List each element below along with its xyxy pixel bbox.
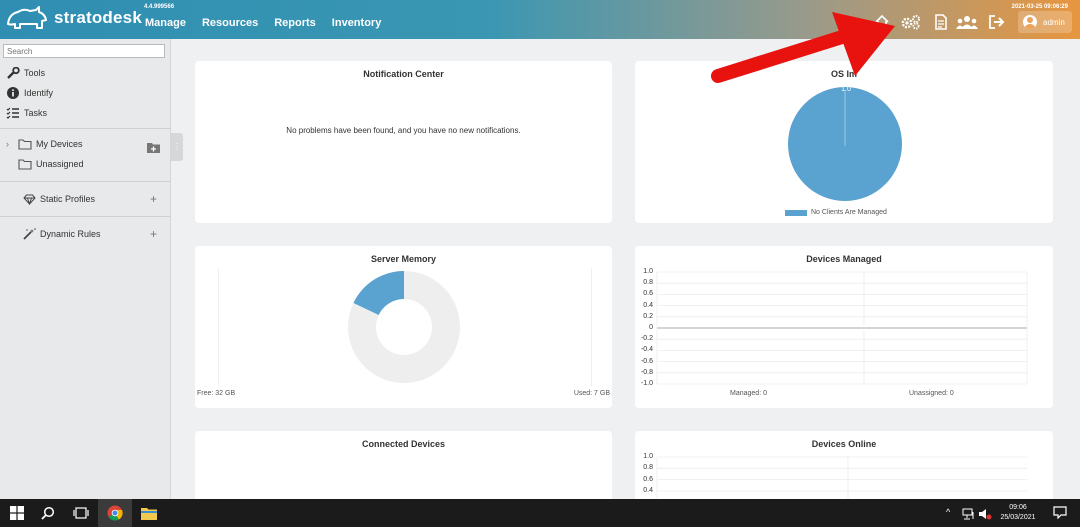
nav-reports[interactable]: Reports [274,17,316,29]
sidebar-item-identify[interactable]: Identify [6,87,53,99]
settings-gears-icon[interactable] [900,14,922,30]
taskbar-clock[interactable]: 09:06 25/03/2021 [994,503,1042,523]
card-title: Server Memory [370,254,437,264]
category-label-unassigned: Unassigned: 0 [909,390,954,397]
logo-text: stratodesk [54,8,142,27]
os-images-legend[interactable]: No Clients Are Managed [785,209,887,216]
main-nav: Manage Resources Reports Inventory [145,17,381,29]
server-datetime: 2021-03-25 09:06:29 [1011,4,1068,10]
os-images-card: OS Im 1.0 No Clients Are Managed [635,61,1053,223]
search-icon[interactable] [31,499,65,527]
add-folder-icon[interactable] [147,140,160,158]
sidebar-item-my-devices[interactable]: My Devices [18,138,83,150]
volume-muted-icon[interactable] [978,507,992,525]
sidebar-item-dynamic-rules[interactable]: Dynamic Rules [22,228,101,240]
sidebar-divider [0,181,171,182]
chart-border-right [591,268,592,386]
sidebar-item-label: Identify [24,88,54,98]
card-title: Connected Devices [361,439,446,449]
category-label-managed: Managed: 0 [730,390,767,397]
sidebar-divider [0,128,171,129]
user-menu[interactable]: admin [1018,11,1072,33]
sidebar-item-static-profiles[interactable]: Static Profiles [22,193,95,205]
user-name: admin [1043,17,1065,27]
card-title: Notification Center [363,69,444,79]
app-window: stratodesk 4.4.999566 Manage Resources R… [0,0,1080,527]
avatar [1023,15,1037,29]
logo[interactable]: stratodesk [6,6,142,30]
logout-icon[interactable] [988,14,1006,30]
devices-managed-card: Devices Managed 1.0 0.8 0.6 0.4 0.2 0 -0.2 -0.4… [635,246,1053,408]
server-memory-donut-chart [348,271,460,383]
memory-used-label: Used: 7 GB [573,390,610,397]
windows-start-icon[interactable] [0,499,34,527]
legend-label: No Clients Are Managed [811,209,887,216]
devices-managed-grid [656,271,1028,385]
file-explorer-icon[interactable] [132,499,166,527]
sidebar-collapse-handle[interactable]: ⋮ [171,133,183,161]
top-bar: stratodesk 4.4.999566 Manage Resources R… [0,0,1080,39]
windows-taskbar: ^ 09:06 25/03/2021 [0,499,1080,527]
sidebar-item-label: Static Profiles [40,194,96,204]
nav-resources[interactable]: Resources [202,17,258,29]
diamond-icon [22,193,36,205]
clock-time: 09:06 [1009,504,1027,511]
folder-icon [18,158,32,170]
clock-date: 25/03/2021 [1000,514,1036,521]
search-input[interactable] [3,44,165,58]
wrench-icon [6,67,20,79]
home-icon[interactable] [873,14,891,30]
chevron-up-icon[interactable]: ^ [946,507,950,517]
sidebar-item-tools[interactable]: Tools [6,67,45,79]
magic-wand-icon [22,228,36,240]
document-icon[interactable] [932,14,950,30]
chrome-icon[interactable] [98,499,132,527]
card-title: OS Im [830,69,857,79]
notification-center-card: Notification Center No problems have bee… [195,61,612,223]
sidebar-item-label: Tools [24,68,46,78]
chart-border-left [218,268,219,386]
folder-icon [18,138,32,150]
sidebar-divider [0,216,171,217]
chevron-right-icon[interactable]: › [6,139,9,149]
notifications-icon[interactable] [1053,506,1067,524]
version-label: 4.4.999566 [144,4,175,10]
sidebar-item-tasks[interactable]: Tasks [6,107,47,119]
sidebar-item-label: Tasks [24,108,48,118]
server-memory-card: Server Memory Free: 32 GB Used: 7 GB [195,246,612,408]
users-group-icon[interactable] [956,14,978,30]
sidebar-item-unassigned[interactable]: Unassigned [18,158,84,170]
sidebar-item-label: Dynamic Rules [40,229,101,239]
memory-free-label: Free: 32 GB [197,390,236,397]
network-icon[interactable] [962,507,976,525]
sidebar-item-label: Unassigned [36,159,84,169]
legend-swatch [785,209,807,216]
add-dynamic-rule-icon[interactable]: + [150,227,157,241]
sidebar: Tools Identify Tasks › My Devices [0,39,171,499]
os-images-pie-chart: 1.0 [788,86,902,201]
rhino-logo-icon [7,6,47,29]
nav-inventory[interactable]: Inventory [332,17,382,29]
tasks-icon [6,107,20,119]
pie-tick-label: 1.0 [841,86,851,93]
nav-manage[interactable]: Manage [145,17,186,29]
add-static-profile-icon[interactable]: + [150,192,157,206]
info-icon [6,87,20,99]
task-view-icon[interactable] [64,499,98,527]
sidebar-item-label: My Devices [36,139,83,149]
notification-message: No problems have been found, and you hav… [286,126,521,135]
